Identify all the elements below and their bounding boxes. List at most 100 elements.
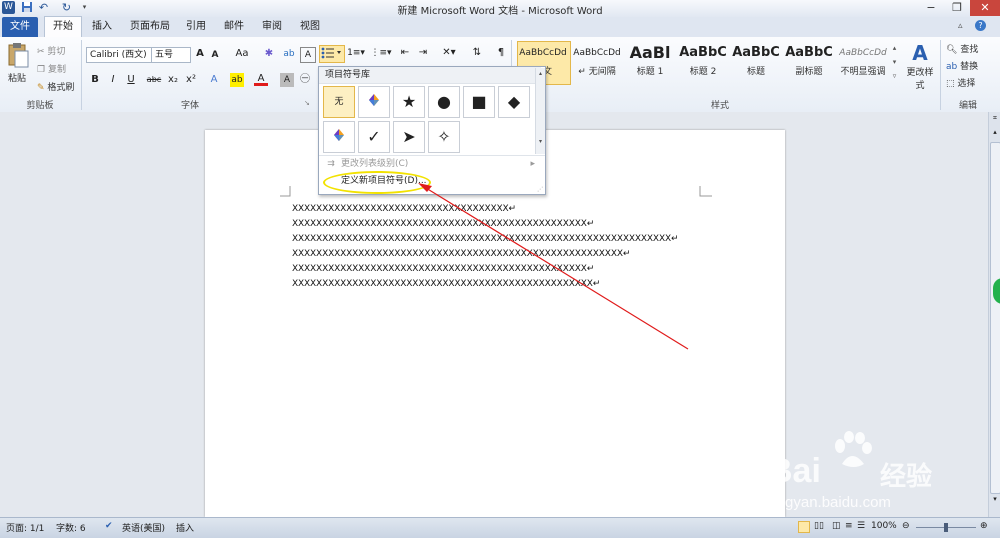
bullets-button[interactable]: [319, 45, 345, 63]
bullet-square[interactable]: ■: [463, 86, 495, 118]
insert-mode[interactable]: 插入: [176, 521, 194, 534]
doc-line[interactable]: XXXXXXXXXXXXXXXXXXXXXXXXXXXXXXXXXXXXXXXX…: [292, 234, 679, 244]
styles-scroll[interactable]: ▴ ▾ ▿: [890, 41, 899, 85]
tab-references[interactable]: 引用: [178, 17, 214, 37]
page-count[interactable]: 页面: 1/1: [6, 521, 44, 534]
tab-insert[interactable]: 插入: [84, 17, 120, 37]
strikethrough-button[interactable]: abc: [145, 73, 163, 87]
shrink-font-button[interactable]: A: [208, 48, 222, 62]
show-marks-icon[interactable]: ¶: [494, 46, 508, 60]
tab-review[interactable]: 审阅: [254, 17, 290, 37]
draft-icon[interactable]: ☰: [857, 521, 865, 531]
minimize-button[interactable]: −: [918, 0, 944, 16]
select-button[interactable]: ⬚ 选择: [946, 76, 975, 89]
sort-icon[interactable]: ⇅: [470, 46, 484, 60]
zoom-slider-thumb[interactable]: [944, 523, 948, 532]
bullet-cube-colored[interactable]: [358, 86, 390, 118]
spelling-check-icon[interactable]: ✔: [105, 521, 113, 531]
doc-line[interactable]: XXXXXXXXXXXXXXXXXXXXXXXXXXXXXXXXXXXXXXXX…: [292, 219, 594, 229]
chinese-layout-icon[interactable]: ✕▾: [440, 46, 458, 60]
text-effects-icon[interactable]: A: [207, 73, 221, 87]
help-icon[interactable]: ?: [975, 20, 986, 31]
paste-button[interactable]: 粘贴: [8, 71, 26, 84]
replace-button[interactable]: ab 替换: [946, 59, 978, 72]
bullet-star[interactable]: ★: [393, 86, 425, 118]
zoom-in-icon[interactable]: ⊕: [980, 521, 988, 531]
web-layout-icon[interactable]: ◫: [832, 521, 841, 531]
subscript-button[interactable]: x₂: [166, 73, 180, 87]
underline-button[interactable]: U: [124, 73, 138, 87]
zoom-out-icon[interactable]: ⊖: [902, 521, 910, 531]
phonetic-guide-icon[interactable]: ab: [282, 47, 296, 61]
tab-file[interactable]: 文件: [2, 17, 38, 37]
numbering-icon[interactable]: 1≡▾: [346, 46, 366, 60]
outline-icon[interactable]: ≡: [845, 521, 853, 531]
scroll-thumb[interactable]: [990, 142, 1000, 494]
char-border-icon[interactable]: A: [300, 47, 316, 63]
minimize-ribbon-icon[interactable]: ▵: [958, 21, 963, 31]
format-painter-button[interactable]: ✎ 格式刷: [37, 80, 74, 93]
doc-line[interactable]: XXXXXXXXXXXXXXXXXXXXXXXXXXXXXXXXXXXXXXXX…: [292, 279, 600, 289]
print-layout-icon[interactable]: [798, 521, 810, 533]
find-button[interactable]: 🔍︎ 查找: [946, 42, 978, 55]
vertical-scrollbar[interactable]: ⌗ ▴ ▾: [988, 112, 1000, 517]
paste-icon[interactable]: [6, 41, 32, 71]
style-item-heading1[interactable]: AaBl 标题 1: [624, 42, 676, 82]
font-dialog-launcher-icon[interactable]: ↘: [304, 99, 310, 107]
clear-format-icon[interactable]: ✱: [262, 47, 276, 61]
tab-page-layout[interactable]: 页面布局: [122, 17, 178, 37]
change-case-button[interactable]: Aa: [232, 47, 252, 61]
enclose-char-icon[interactable]: ㊀: [298, 73, 312, 87]
ruler-toggle-icon[interactable]: ⌗: [990, 114, 1000, 124]
style-item-subtitle[interactable]: AaBbC 副标题: [783, 42, 835, 82]
style-item-title[interactable]: AaBbC 标题: [730, 42, 782, 82]
tab-mailings[interactable]: 邮件: [216, 17, 252, 37]
change-styles-button[interactable]: A 更改样式: [903, 41, 937, 91]
superscript-button[interactable]: x²: [184, 73, 198, 87]
doc-line[interactable]: XXXXXXXXXXXXXXXXXXXXXXXXXXXXXXXXXXXXXXXX…: [292, 249, 630, 259]
copy-button[interactable]: ❐ 复制: [37, 62, 66, 75]
font-color-icon[interactable]: A: [254, 72, 268, 86]
fullscreen-reading-icon[interactable]: ▯▯: [814, 521, 824, 531]
bullet-sparkle[interactable]: ✧: [428, 121, 460, 153]
scroll-up-icon[interactable]: ▴: [536, 70, 545, 77]
bullet-none[interactable]: 无: [323, 86, 355, 118]
char-shading-icon[interactable]: A: [280, 73, 294, 87]
word-count[interactable]: 字数: 6: [56, 521, 86, 534]
bullet-diamond[interactable]: ◆: [498, 86, 530, 118]
bullet-library-scrollbar[interactable]: ▴ ▾: [535, 68, 545, 154]
font-name-select[interactable]: Calibri (西文): [86, 47, 152, 63]
doc-line[interactable]: XXXXXXXXXXXXXXXXXXXXXXXXXXXXXXXXXXXXXXXX…: [292, 264, 594, 274]
tab-view[interactable]: 视图: [292, 17, 328, 37]
tab-home[interactable]: 开始: [44, 16, 82, 38]
style-item-no-spacing[interactable]: AaBbCcDd ↵ 无间隔: [571, 42, 623, 82]
doc-line[interactable]: XXXXXXXXXXXXXXXXXXXXXXXXXXXXXXXXXXXX↵: [292, 204, 516, 214]
change-list-level-item[interactable]: ⇉ 更改列表级别(C) ▸: [321, 156, 541, 173]
cut-button[interactable]: ✂ 剪切: [37, 44, 65, 57]
submenu-arrow-icon: ▸: [530, 159, 535, 169]
scroll-down-icon[interactable]: ▾: [536, 138, 545, 145]
restore-button[interactable]: ❐: [944, 0, 970, 16]
style-item-subtle-emphasis[interactable]: AaBbCcDd 不明显强调: [836, 42, 890, 82]
resize-grip-icon[interactable]: ⋰: [537, 186, 543, 193]
baidu-watermark: Bai 经验 jingyan.baidu.com: [768, 430, 988, 520]
list-level-icon: ⇉: [327, 159, 335, 169]
multilevel-list-icon[interactable]: ⋮≡▾: [370, 46, 392, 60]
bullet-circle[interactable]: ●: [428, 86, 460, 118]
scroll-down-icon[interactable]: ▾: [990, 495, 1000, 505]
italic-button[interactable]: I: [106, 73, 120, 87]
scroll-up-icon[interactable]: ▴: [990, 128, 1000, 138]
grow-font-button[interactable]: A: [193, 47, 207, 61]
font-size-select[interactable]: 五号: [151, 47, 191, 63]
decrease-indent-icon[interactable]: ⇤: [398, 46, 412, 60]
bold-button[interactable]: B: [88, 73, 102, 87]
close-button[interactable]: ✕: [970, 0, 1000, 16]
highlight-color-icon[interactable]: ab: [230, 73, 244, 87]
bullet-cube-colored-2[interactable]: [323, 121, 355, 153]
style-item-heading2[interactable]: AaBbC 标题 2: [677, 42, 729, 82]
zoom-level[interactable]: 100%: [871, 521, 897, 531]
bullet-arrow[interactable]: ➤: [393, 121, 425, 153]
language-indicator[interactable]: 英语(美国): [122, 521, 165, 534]
increase-indent-icon[interactable]: ⇥: [416, 46, 430, 60]
bullet-check[interactable]: ✓: [358, 121, 390, 153]
